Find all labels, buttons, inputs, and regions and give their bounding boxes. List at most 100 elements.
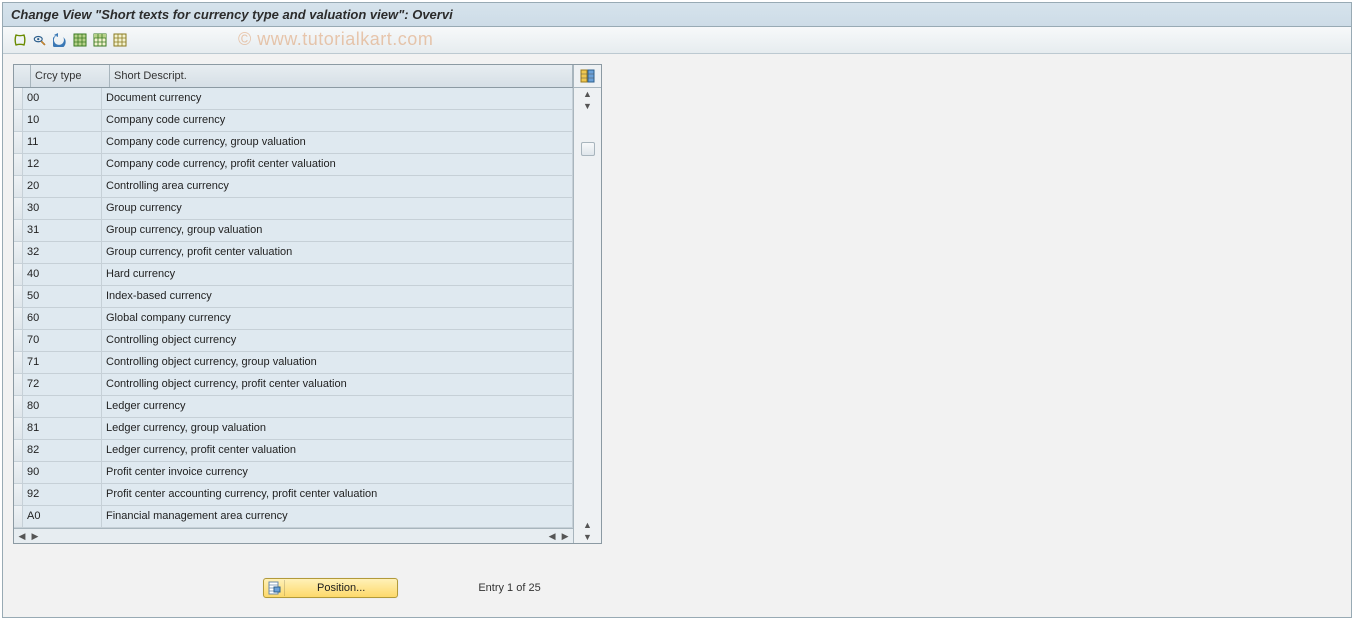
- cell-crcy-type[interactable]: 10: [23, 110, 102, 131]
- cell-short-desc[interactable]: Ledger currency, profit center valuation: [102, 440, 573, 461]
- cell-short-desc[interactable]: Company code currency: [102, 110, 573, 131]
- cell-crcy-type[interactable]: 11: [23, 132, 102, 153]
- cell-crcy-type[interactable]: 80: [23, 396, 102, 417]
- cell-short-desc[interactable]: Hard currency: [102, 264, 573, 285]
- select-all-icon[interactable]: [73, 33, 87, 47]
- deselect-all-icon[interactable]: [113, 33, 127, 47]
- cell-crcy-type[interactable]: 30: [23, 198, 102, 219]
- cell-short-desc[interactable]: Index-based currency: [102, 286, 573, 307]
- cell-crcy-type[interactable]: 20: [23, 176, 102, 197]
- cell-crcy-type[interactable]: 92: [23, 484, 102, 505]
- row-selector[interactable]: [14, 396, 23, 417]
- table-row: 10Company code currency: [14, 110, 573, 132]
- cell-short-desc[interactable]: Profit center accounting currency, profi…: [102, 484, 573, 505]
- entry-count-label: Entry 1 of 25: [478, 582, 540, 594]
- row-selector[interactable]: [14, 308, 23, 329]
- scroll-up-small-icon[interactable]: ▲: [581, 519, 595, 531]
- scroll-thumb[interactable]: [581, 142, 595, 156]
- cell-crcy-type[interactable]: 90: [23, 462, 102, 483]
- other-view-icon[interactable]: [13, 33, 27, 47]
- row-selector[interactable]: [14, 242, 23, 263]
- watermark-text: © www.tutorialkart.com: [238, 29, 433, 50]
- row-selector[interactable]: [14, 88, 23, 109]
- cell-crcy-type[interactable]: 60: [23, 308, 102, 329]
- position-button[interactable]: Position...: [263, 578, 398, 598]
- table-settings-button[interactable]: [574, 65, 601, 88]
- scroll-left-first-icon[interactable]: ◀: [16, 530, 28, 542]
- row-selector[interactable]: [14, 506, 23, 527]
- row-selector[interactable]: [14, 132, 23, 153]
- cell-short-desc[interactable]: Company code currency, group valuation: [102, 132, 573, 153]
- horizontal-scrollbar[interactable]: ◀ ▶ ◀ ▶: [14, 528, 573, 543]
- row-selector[interactable]: [14, 484, 23, 505]
- cell-crcy-type[interactable]: 31: [23, 220, 102, 241]
- scroll-left-icon[interactable]: ▶: [29, 530, 41, 542]
- row-selector[interactable]: [14, 462, 23, 483]
- table-row: 32Group currency, profit center valuatio…: [14, 242, 573, 264]
- select-block-icon[interactable]: [93, 33, 107, 47]
- row-selector[interactable]: [14, 110, 23, 131]
- cell-crcy-type[interactable]: 32: [23, 242, 102, 263]
- row-selector[interactable]: [14, 330, 23, 351]
- cell-crcy-type[interactable]: 70: [23, 330, 102, 351]
- undo-icon[interactable]: [53, 33, 67, 47]
- cell-crcy-type[interactable]: 82: [23, 440, 102, 461]
- col-header-crcy-type[interactable]: Crcy type: [31, 65, 110, 87]
- scroll-right-last-icon[interactable]: ▶: [559, 530, 571, 542]
- cell-short-desc[interactable]: Financial management area currency: [102, 506, 573, 527]
- sap-window: Change View "Short texts for currency ty…: [2, 2, 1352, 618]
- cell-short-desc[interactable]: Global company currency: [102, 308, 573, 329]
- scroll-right-icon[interactable]: ◀: [546, 530, 558, 542]
- scroll-down-icon[interactable]: ▼: [581, 531, 595, 543]
- cell-short-desc[interactable]: Ledger currency, group valuation: [102, 418, 573, 439]
- row-selector[interactable]: [14, 220, 23, 241]
- table-row: 11Company code currency, group valuation: [14, 132, 573, 154]
- table-row: 90Profit center invoice currency: [14, 462, 573, 484]
- table-row: 50Index-based currency: [14, 286, 573, 308]
- scroll-down-small-icon[interactable]: ▼: [581, 100, 595, 112]
- table-row: 71Controlling object currency, group val…: [14, 352, 573, 374]
- row-selector[interactable]: [14, 264, 23, 285]
- application-toolbar: © www.tutorialkart.com: [3, 27, 1351, 54]
- row-selector[interactable]: [14, 176, 23, 197]
- cell-crcy-type[interactable]: A0: [23, 506, 102, 527]
- cell-crcy-type[interactable]: 72: [23, 374, 102, 395]
- cell-short-desc[interactable]: Group currency, group valuation: [102, 220, 573, 241]
- cell-short-desc[interactable]: Company code currency, profit center val…: [102, 154, 573, 175]
- cell-short-desc[interactable]: Group currency, profit center valuation: [102, 242, 573, 263]
- scroll-up-icon[interactable]: ▲: [581, 88, 595, 100]
- cell-short-desc[interactable]: Profit center invoice currency: [102, 462, 573, 483]
- cell-short-desc[interactable]: Controlling object currency: [102, 330, 573, 351]
- table-row: 81Ledger currency, group valuation: [14, 418, 573, 440]
- row-selector[interactable]: [14, 154, 23, 175]
- row-selector[interactable]: [14, 286, 23, 307]
- col-header-short-desc[interactable]: Short Descript.: [110, 65, 573, 87]
- row-selector[interactable]: [14, 418, 23, 439]
- table-row: 40Hard currency: [14, 264, 573, 286]
- cell-short-desc[interactable]: Controlling object currency, group valua…: [102, 352, 573, 373]
- display-change-icon[interactable]: [33, 33, 47, 47]
- row-selector[interactable]: [14, 198, 23, 219]
- cell-short-desc[interactable]: Ledger currency: [102, 396, 573, 417]
- row-selector[interactable]: [14, 440, 23, 461]
- cell-crcy-type[interactable]: 00: [23, 88, 102, 109]
- row-selector[interactable]: [14, 352, 23, 373]
- table-body: Crcy type Short Descript. 00Document cur…: [14, 65, 573, 543]
- cell-short-desc[interactable]: Controlling object currency, profit cent…: [102, 374, 573, 395]
- cell-crcy-type[interactable]: 71: [23, 352, 102, 373]
- cell-short-desc[interactable]: Document currency: [102, 88, 573, 109]
- row-selector[interactable]: [14, 374, 23, 395]
- cell-short-desc[interactable]: Controlling area currency: [102, 176, 573, 197]
- cell-crcy-type[interactable]: 40: [23, 264, 102, 285]
- vertical-scrollbar[interactable]: ▲ ▼ ▲ ▼: [581, 88, 595, 543]
- table-row: 30Group currency: [14, 198, 573, 220]
- cell-short-desc[interactable]: Group currency: [102, 198, 573, 219]
- cell-crcy-type[interactable]: 81: [23, 418, 102, 439]
- cell-crcy-type[interactable]: 12: [23, 154, 102, 175]
- table-row: 00Document currency: [14, 88, 573, 110]
- cell-crcy-type[interactable]: 50: [23, 286, 102, 307]
- table-control: Crcy type Short Descript. 00Document cur…: [13, 64, 602, 544]
- table-row: 82Ledger currency, profit center valuati…: [14, 440, 573, 462]
- position-icon: [266, 580, 285, 596]
- table-row: 60Global company currency: [14, 308, 573, 330]
